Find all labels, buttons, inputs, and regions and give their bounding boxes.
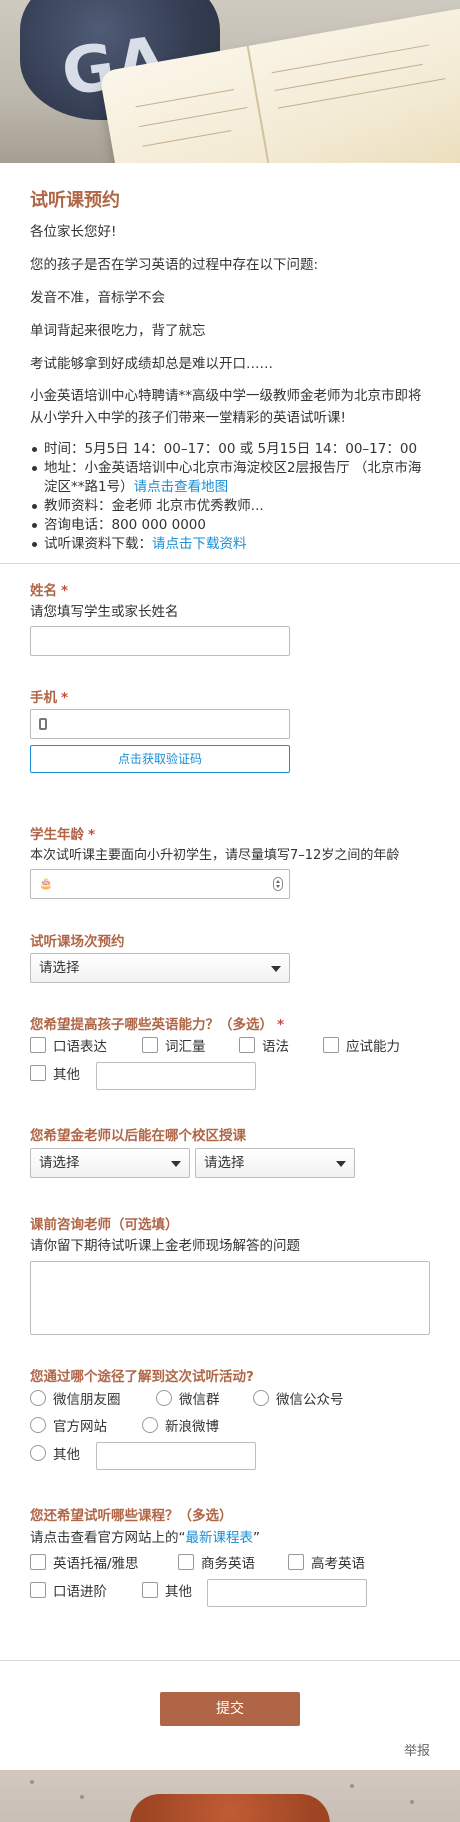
name-desc: 请您填写学生或家长姓名: [30, 604, 179, 620]
session-select[interactable]: 请选择: [30, 953, 290, 983]
page-title: 试听课预约: [30, 190, 120, 211]
phone-item: 咨询电话：800 000 0000: [30, 516, 430, 535]
consult-textarea[interactable]: [30, 1261, 430, 1335]
header-photo: GA: [0, 0, 460, 163]
name-label: 姓名 *: [30, 583, 69, 599]
course-option-other[interactable]: 其他: [142, 1580, 192, 1600]
divider: [0, 1660, 460, 1661]
info-list: 时间：5月5日 14：00–17：00 或 5月15日 14：00–17：00 …: [30, 440, 430, 554]
age-label: 学生年龄 *: [30, 827, 96, 843]
checkbox[interactable]: [142, 1037, 158, 1053]
get-code-button[interactable]: 点击获取验证码: [30, 745, 290, 773]
download-link[interactable]: 请点击下载资料: [152, 536, 247, 552]
address-text: 地址：小金英语培训中心北京市海淀校区2层报告厅 （北京市海淀区**路1号）: [44, 460, 422, 495]
session-label: 试听课场次预约: [30, 934, 125, 950]
problem-1-text: 发音不准，音标学不会: [30, 290, 165, 306]
required-mark: *: [61, 583, 69, 599]
divider: [0, 563, 460, 564]
name-input[interactable]: [30, 626, 290, 656]
map-link[interactable]: 请点击查看地图: [134, 479, 229, 495]
campus-select-1[interactable]: 请选择: [30, 1148, 190, 1178]
download-item: 试听课资料下载：请点击下载资料: [30, 535, 430, 554]
consult-desc: 请你留下期待试听课上金老师现场解答的问题: [30, 1238, 300, 1254]
form-page: GA 试听课预约 各位家长您好! 您的孩子是否在学习英语的过程中存在以下问题: …: [0, 0, 460, 1822]
age-input[interactable]: 🎂: [30, 869, 290, 899]
source-option[interactable]: 微信群: [156, 1388, 220, 1408]
consult-label: 课前咨询老师（可选填）: [30, 1217, 179, 1233]
ability-label: 您希望提高孩子哪些英语能力？（多选） *: [30, 1017, 285, 1033]
required-mark: *: [88, 827, 96, 843]
ability-option[interactable]: 应试能力: [323, 1035, 400, 1055]
phone-label: 手机 *: [30, 690, 69, 706]
radio[interactable]: [30, 1417, 46, 1433]
required-mark: *: [277, 1017, 285, 1033]
question-text: 您的孩子是否在学习英语的过程中存在以下问题:: [30, 257, 319, 273]
report-link[interactable]: 举报: [404, 1740, 430, 1759]
footer-photo: [0, 1770, 460, 1822]
source-option-other[interactable]: 其他: [30, 1443, 80, 1463]
checkbox[interactable]: [30, 1554, 46, 1570]
chevron-down-icon: [171, 1161, 181, 1167]
schedule-link[interactable]: 最新课程表: [186, 1530, 254, 1546]
checkbox[interactable]: [239, 1037, 255, 1053]
source-option[interactable]: 微信朋友圈: [30, 1388, 121, 1408]
invite-text: 小金英语培训中心特聘请**高级中学一级教师金老师为北京市即将从小学升入中学的孩子…: [30, 388, 422, 426]
checkbox[interactable]: [288, 1554, 304, 1570]
campus-select-2[interactable]: 请选择: [195, 1148, 355, 1178]
source-option[interactable]: 新浪微博: [142, 1415, 219, 1435]
checkbox[interactable]: [142, 1582, 158, 1598]
phone-icon: [39, 718, 47, 730]
course-option[interactable]: 高考英语: [288, 1552, 365, 1572]
radio[interactable]: [142, 1417, 158, 1433]
phone-input[interactable]: [30, 709, 290, 739]
ability-option[interactable]: 口语表达: [30, 1035, 107, 1055]
ability-other-input[interactable]: [96, 1062, 256, 1090]
course-option[interactable]: 英语托福/雅思: [30, 1552, 139, 1572]
radio[interactable]: [30, 1445, 46, 1461]
time-item: 时间：5月5日 14：00–17：00 或 5月15日 14：00–17：00: [30, 440, 430, 459]
course-option[interactable]: 商务英语: [178, 1552, 255, 1572]
greeting-text: 各位家长您好!: [30, 224, 117, 240]
courses-other-input[interactable]: [207, 1579, 367, 1607]
source-other-input[interactable]: [96, 1442, 256, 1470]
problem-3-text: 考试能够拿到好成绩却总是难以开口……: [30, 356, 273, 372]
courses-label: 您还希望试听哪些课程？（多选）: [30, 1508, 233, 1524]
course-option[interactable]: 口语进阶: [30, 1580, 107, 1600]
ability-option[interactable]: 词汇量: [142, 1035, 206, 1055]
age-desc: 本次试听课主要面向小升初学生，请尽量填写7–12岁之间的年龄: [30, 848, 400, 863]
checkbox[interactable]: [30, 1037, 46, 1053]
chevron-down-icon: [336, 1161, 346, 1167]
radio[interactable]: [253, 1390, 269, 1406]
download-text: 试听课资料下载：: [44, 536, 152, 552]
source-option[interactable]: 官方网站: [30, 1415, 107, 1435]
stepper-icon[interactable]: [273, 877, 283, 891]
cake-icon: 🎂: [39, 877, 53, 890]
checkbox[interactable]: [30, 1065, 46, 1081]
checkbox[interactable]: [323, 1037, 339, 1053]
campus-label: 您希望金老师以后能在哪个校区授课: [30, 1128, 246, 1144]
ability-option-other[interactable]: 其他: [30, 1063, 80, 1083]
courses-desc: 请点击查看官方网站上的“最新课程表”: [30, 1530, 260, 1546]
teacher-item: 教师资料：金老师 北京市优秀教师...: [30, 497, 430, 516]
required-mark: *: [61, 690, 69, 706]
ability-option[interactable]: 语法: [239, 1035, 289, 1055]
source-label: 您通过哪个途径了解到这次试听活动?: [30, 1369, 254, 1385]
radio[interactable]: [30, 1390, 46, 1406]
source-option[interactable]: 微信公众号: [253, 1388, 344, 1408]
checkbox[interactable]: [30, 1582, 46, 1598]
address-item: 地址：小金英语培训中心北京市海淀校区2层报告厅 （北京市海淀区**路1号）请点击…: [30, 459, 430, 497]
submit-button[interactable]: 提交: [160, 1692, 300, 1726]
problem-2-text: 单词背起来很吃力，背了就忘: [30, 323, 206, 339]
radio[interactable]: [156, 1390, 172, 1406]
checkbox[interactable]: [178, 1554, 194, 1570]
chevron-down-icon: [271, 966, 281, 972]
